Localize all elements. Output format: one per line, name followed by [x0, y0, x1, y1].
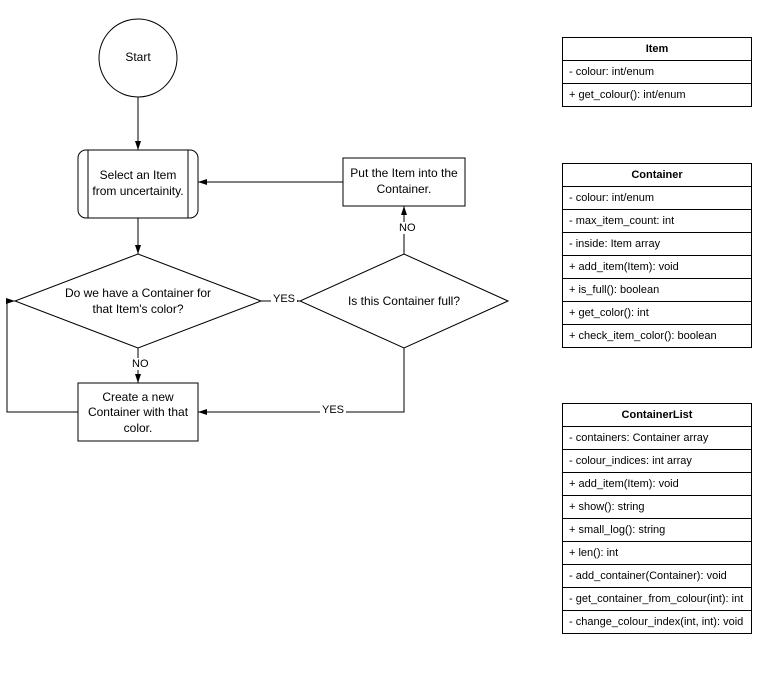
- class-title: Container: [563, 164, 751, 187]
- class-attr: - inside: Item array: [563, 233, 751, 255]
- uml-class-container: Container - colour: int/enum - max_item_…: [562, 163, 752, 348]
- class-attributes: - containers: Container array - colour_i…: [563, 427, 751, 473]
- class-method: + add_item(Item): void: [563, 473, 751, 496]
- class-method: + add_item(Item): void: [563, 256, 751, 279]
- flowchart-canvas: [0, 0, 560, 683]
- edge-yes-2: YES: [320, 404, 346, 416]
- edge-yes-1: YES: [271, 293, 297, 305]
- class-methods: + add_item(Item): void + show(): string …: [563, 473, 751, 633]
- class-title: Item: [563, 38, 751, 61]
- class-methods: + get_colour(): int/enum: [563, 84, 751, 106]
- class-method: + show(): string: [563, 496, 751, 519]
- class-attr: - colour: int/enum: [563, 187, 751, 210]
- class-method: + get_colour(): int/enum: [563, 84, 751, 106]
- uml-class-item: Item - colour: int/enum + get_colour(): …: [562, 37, 752, 107]
- class-attributes: - colour: int/enum - max_item_count: int…: [563, 187, 751, 256]
- class-method: - add_container(Container): void: [563, 565, 751, 588]
- uml-class-containerlist: ContainerList - containers: Container ar…: [562, 403, 752, 634]
- class-title: ContainerList: [563, 404, 751, 427]
- class-attr: - max_item_count: int: [563, 210, 751, 233]
- class-method: + small_log(): string: [563, 519, 751, 542]
- class-method: - change_colour_index(int, int): void: [563, 611, 751, 633]
- class-attributes: - colour: int/enum: [563, 61, 751, 84]
- class-attr: - containers: Container array: [563, 427, 751, 450]
- edge-no-1: NO: [130, 358, 151, 370]
- class-method: + is_full(): boolean: [563, 279, 751, 302]
- class-methods: + add_item(Item): void + is_full(): bool…: [563, 256, 751, 347]
- class-attr: - colour_indices: int array: [563, 450, 751, 472]
- class-attr: - colour: int/enum: [563, 61, 751, 83]
- class-method: + len(): int: [563, 542, 751, 565]
- class-method: + get_color(): int: [563, 302, 751, 325]
- edge-no-2: NO: [397, 222, 418, 234]
- class-method: + check_item_color(): boolean: [563, 325, 751, 347]
- class-method: - get_container_from_colour(int): int: [563, 588, 751, 611]
